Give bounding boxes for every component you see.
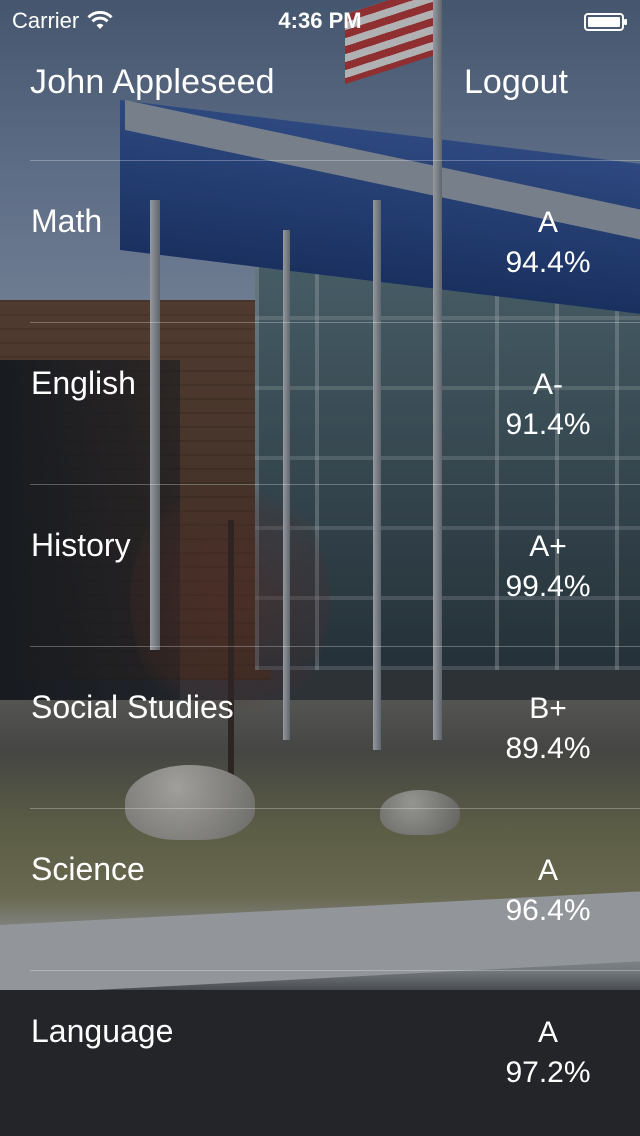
- percent-grade: 99.4%: [505, 570, 591, 603]
- status-bar: Carrier 4:36 PM: [0, 0, 640, 40]
- course-list: Math A 94.4% English A- 91.4% History A+…: [30, 160, 640, 1132]
- letter-grade: B+: [529, 692, 567, 725]
- course-row[interactable]: Math A 94.4%: [30, 160, 640, 322]
- course-row[interactable]: English A- 91.4%: [30, 322, 640, 484]
- course-name: Science: [31, 851, 145, 887]
- letter-grade: A: [537, 206, 558, 239]
- letter-grade: A-: [533, 368, 563, 401]
- course-row[interactable]: Science A 96.4%: [30, 808, 640, 970]
- course-name: History: [31, 527, 131, 563]
- letter-grade: A: [537, 1016, 558, 1049]
- battery-icon: [584, 11, 628, 31]
- header: John Appleseed Logout: [0, 60, 640, 120]
- percent-grade: 89.4%: [505, 732, 591, 765]
- course-row[interactable]: History A+ 99.4%: [30, 484, 640, 646]
- course-name: Social Studies: [31, 689, 234, 725]
- course-name: English: [31, 365, 136, 401]
- course-row[interactable]: Social Studies B+ 89.4%: [30, 646, 640, 808]
- course-grade: A+ 99.4%: [493, 527, 603, 607]
- course-grade: A 94.4%: [493, 203, 603, 283]
- course-name: Math: [31, 203, 103, 239]
- percent-grade: 94.4%: [505, 246, 591, 279]
- user-name: John Appleseed: [30, 63, 275, 101]
- logout-button[interactable]: Logout: [464, 63, 568, 102]
- course-grade: A- 91.4%: [493, 365, 603, 445]
- letter-grade: A+: [529, 530, 567, 563]
- letter-grade: A: [537, 854, 558, 887]
- status-time: 4:36 PM: [278, 8, 362, 33]
- course-grade: B+ 89.4%: [493, 689, 603, 769]
- percent-grade: 97.2%: [505, 1056, 591, 1089]
- course-grade: A 96.4%: [493, 851, 603, 931]
- percent-grade: 96.4%: [505, 894, 591, 927]
- percent-grade: 91.4%: [505, 408, 591, 441]
- course-grade: A 97.2%: [493, 1013, 603, 1093]
- course-row[interactable]: Language A 97.2%: [30, 970, 640, 1132]
- course-name: Language: [31, 1013, 174, 1049]
